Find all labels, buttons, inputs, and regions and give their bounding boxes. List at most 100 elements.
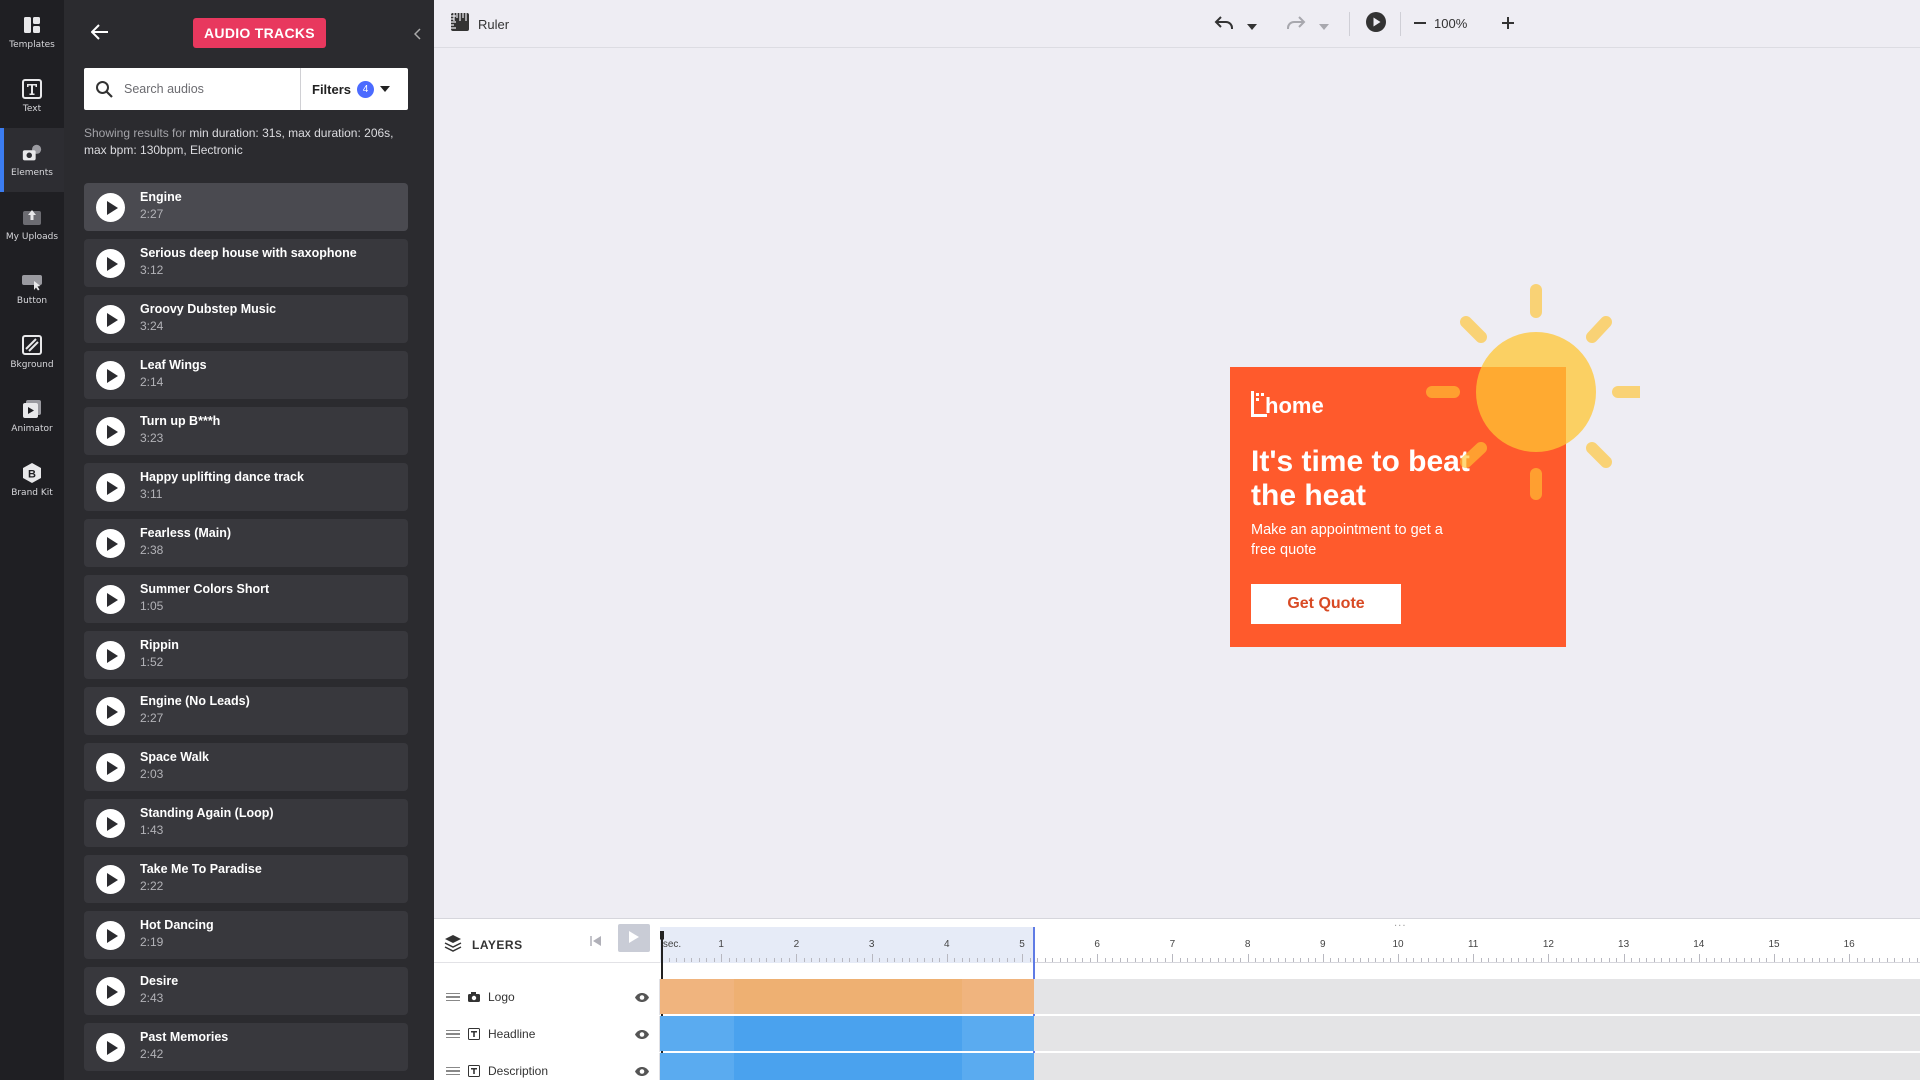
play-track-button[interactable]	[96, 697, 125, 726]
play-track-button[interactable]	[96, 473, 125, 502]
skip-back-icon	[590, 932, 602, 951]
elements-icon	[21, 142, 43, 164]
play-icon	[106, 704, 118, 719]
rail-item-text[interactable]: Text	[0, 64, 64, 128]
rail-item-my-uploads[interactable]: My Uploads	[0, 192, 64, 256]
play-track-button[interactable]	[96, 753, 125, 782]
track-item[interactable]: Happy uplifting dance track 3:11	[84, 463, 408, 511]
time-ruler[interactable]: sec. 1 2 3 4 5 6 7 8 9 10 11 12 13 14 15 16	[660, 927, 1920, 963]
drag-handle-icon[interactable]	[446, 992, 460, 1002]
play-track-button[interactable]	[96, 585, 125, 614]
search-input[interactable]	[124, 69, 300, 109]
track-item[interactable]: Engine 2:27	[84, 183, 408, 231]
track-item[interactable]: Desire 2:43	[84, 967, 408, 1015]
ad-headline[interactable]: It's time to beat the heat	[1251, 445, 1511, 513]
play-track-button[interactable]	[96, 417, 125, 446]
play-track-button[interactable]	[96, 977, 125, 1006]
ad-cta-button[interactable]: Get Quote	[1251, 584, 1401, 624]
back-button[interactable]	[86, 20, 114, 48]
track-item[interactable]: Summer Colors Short 1:05	[84, 575, 408, 623]
rail-item-button[interactable]: Button	[0, 256, 64, 320]
ruler-toggle[interactable]: Ruler	[450, 12, 509, 36]
layer-row[interactable]: Headline	[434, 1016, 1920, 1052]
rail-label: Templates	[9, 40, 55, 50]
rail-item-background[interactable]: Bkground	[0, 320, 64, 384]
play-track-button[interactable]	[96, 641, 125, 670]
play-track-button[interactable]	[96, 529, 125, 558]
track-item[interactable]: Rippin 1:52	[84, 631, 408, 679]
preview-play-button[interactable]	[1364, 12, 1388, 36]
play-icon	[106, 312, 118, 327]
play-track-button[interactable]	[96, 1033, 125, 1062]
track-item[interactable]: Space Walk 2:03	[84, 743, 408, 791]
timeline-play-button[interactable]	[618, 924, 650, 952]
play-track-button[interactable]	[96, 361, 125, 390]
layer-row[interactable]: Description	[434, 1053, 1920, 1080]
undo-button[interactable]	[1212, 12, 1236, 36]
filters-dropdown[interactable]: Filters 4	[301, 68, 408, 110]
eye-icon[interactable]	[633, 1026, 651, 1042]
ruler-tick-mark	[894, 958, 896, 962]
layer-duration-bar[interactable]	[660, 1016, 1034, 1051]
play-track-button[interactable]	[96, 865, 125, 894]
redo-button[interactable]	[1284, 12, 1308, 36]
layer-track	[660, 1016, 1920, 1051]
track-title: Take Me To Paradise	[140, 862, 262, 876]
track-item[interactable]: Standing Again (Loop) 1:43	[84, 799, 408, 847]
ruler-tick-mark	[713, 958, 715, 962]
rail-item-templates[interactable]: Templates	[0, 0, 64, 64]
rewind-button[interactable]	[584, 927, 608, 955]
ruler-tick-mark	[939, 958, 941, 962]
rail-item-animator[interactable]: Animator	[0, 384, 64, 448]
zoom-out-button[interactable]	[1410, 12, 1430, 36]
play-track-button[interactable]	[96, 921, 125, 950]
drag-handle-icon[interactable]	[446, 1066, 460, 1076]
track-item[interactable]: Serious deep house with saxophone 3:12	[84, 239, 408, 287]
ad-description[interactable]: Make an appointment to get a free quote	[1251, 520, 1451, 560]
eye-icon[interactable]	[633, 1063, 651, 1079]
eye-icon[interactable]	[633, 989, 651, 1005]
ruler-tick-mark	[1631, 958, 1633, 962]
track-item[interactable]: Fearless (Main) 2:38	[84, 519, 408, 567]
ruler-tick-mark	[1901, 958, 1903, 962]
rail-item-elements[interactable]: Elements	[0, 128, 64, 192]
ad-logo[interactable]: home	[1251, 391, 1324, 417]
ruler-tick-mark	[1420, 958, 1422, 962]
filters-count-badge: 4	[357, 80, 375, 98]
rail-item-brand-kit[interactable]: B Brand Kit	[0, 448, 64, 512]
ruler-tick-mark	[1292, 958, 1294, 962]
ruler-tick-mark	[1187, 958, 1189, 962]
ruler-tick-mark	[1623, 954, 1625, 962]
collapse-panel-button[interactable]	[410, 24, 426, 44]
play-icon	[106, 424, 118, 439]
play-track-button[interactable]	[96, 809, 125, 838]
play-track-button[interactable]	[96, 249, 125, 278]
ad-canvas[interactable]: home It's time to beat the heat Make an …	[1230, 367, 1566, 647]
track-item[interactable]: Engine (No Leads) 2:27	[84, 687, 408, 735]
drag-handle-icon[interactable]	[446, 1029, 460, 1039]
play-track-button[interactable]	[96, 193, 125, 222]
ruler-tick-mark	[1367, 958, 1369, 962]
layer-duration-bar[interactable]	[660, 1053, 1034, 1080]
track-text: Serious deep house with saxophone 3:12	[140, 246, 357, 277]
track-item[interactable]: Groovy Dubstep Music 3:24	[84, 295, 408, 343]
ruler-tick-mark	[1337, 958, 1339, 962]
zoom-in-button[interactable]	[1498, 12, 1518, 36]
ruler-tick-mark	[1856, 958, 1858, 962]
ruler-tick-mark	[871, 954, 873, 962]
ruler-tick-mark	[1435, 958, 1437, 962]
track-item[interactable]: Past Memories 2:42	[84, 1023, 408, 1071]
undo-history-dropdown[interactable]	[1244, 12, 1260, 36]
layer-duration-bar[interactable]	[660, 979, 1034, 1014]
redo-history-dropdown[interactable]	[1316, 12, 1332, 36]
track-item[interactable]: Turn up B***h 3:23	[84, 407, 408, 455]
caret-down-icon	[1319, 15, 1329, 34]
ruler-tick-mark	[1646, 958, 1648, 962]
layer-row[interactable]: Logo	[434, 979, 1920, 1015]
track-item[interactable]: Leaf Wings 2:14	[84, 351, 408, 399]
play-track-button[interactable]	[96, 305, 125, 334]
track-item[interactable]: Hot Dancing 2:19	[84, 911, 408, 959]
track-item[interactable]: Take Me To Paradise 2:22	[84, 855, 408, 903]
ruler-tick-mark	[1758, 958, 1760, 962]
track-text: Take Me To Paradise 2:22	[140, 862, 262, 893]
